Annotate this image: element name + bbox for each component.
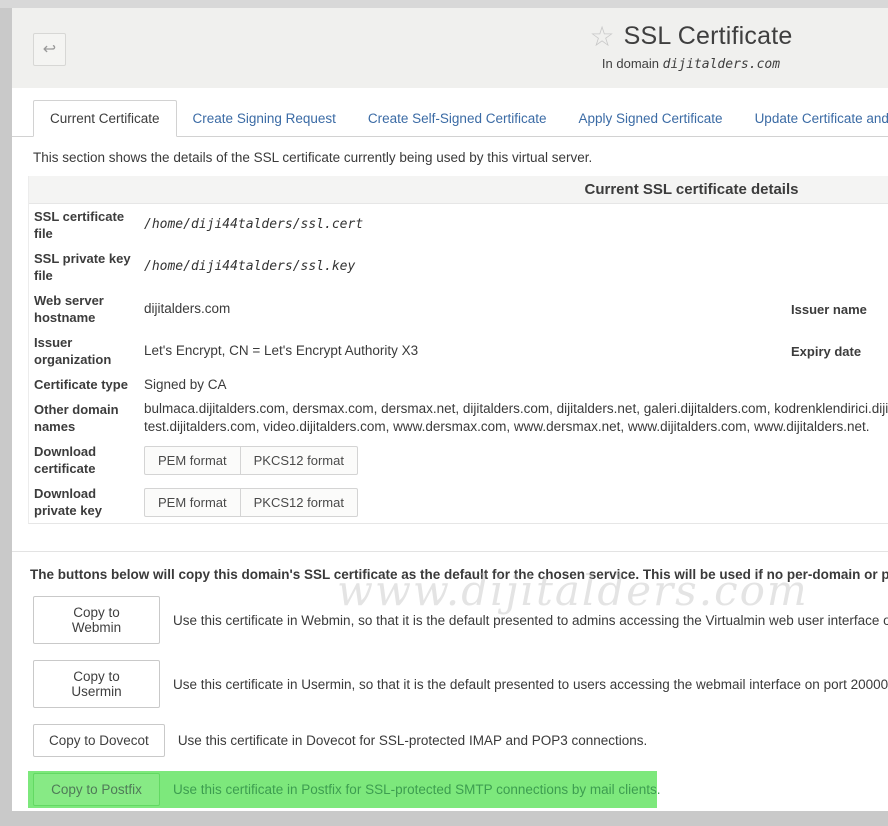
copy-postfix-row-highlighted: Copy to Postfix Use this certificate in … <box>28 771 657 808</box>
tab-bar: Current Certificate Create Signing Reque… <box>12 100 888 137</box>
section-intro: This section shows the details of the SS… <box>33 150 888 165</box>
copy-to-webmin-button[interactable]: Copy to Webmin <box>33 596 160 644</box>
tab-update-certificate-and-key[interactable]: Update Certificate and Key <box>739 101 888 136</box>
key-file-path: /home/diji44talders/ssl.key <box>144 258 791 276</box>
copy-section-intro: The buttons below will copy this domain'… <box>30 567 888 582</box>
table-row-issuer-org: Issuer organization Let's Encrypt, CN = … <box>29 330 888 372</box>
expiry-date-label: Expiry date <box>791 344 888 359</box>
certificate-details-table: Current SSL certificate details SSL cert… <box>28 176 888 524</box>
back-icon: ↩ <box>43 41 56 58</box>
table-row-hostname: Web server hostname dijitalders.com Issu… <box>29 288 888 330</box>
back-button[interactable]: ↩ <box>33 33 66 66</box>
section-divider <box>12 551 888 552</box>
row-label: Certificate type <box>34 374 144 395</box>
details-table-title: Current SSL certificate details <box>29 176 888 204</box>
copy-webmin-row: Copy to Webmin Use this certificate in W… <box>28 594 888 646</box>
download-key-pem-button[interactable]: PEM format <box>144 488 241 517</box>
copy-to-dovecot-button[interactable]: Copy to Dovecot <box>33 724 165 757</box>
table-row-download-key: Download private key PEM format PKCS12 f… <box>29 481 888 523</box>
table-row-key-file: SSL private key file /home/diji44talders… <box>29 246 888 288</box>
download-cert-pem-button[interactable]: PEM format <box>144 446 241 475</box>
cert-type-value: Signed by CA <box>144 376 791 394</box>
download-cert-button-group: PEM format PKCS12 format <box>144 443 358 478</box>
row-label: SSL certificate file <box>34 206 144 244</box>
copy-usermin-row: Copy to Usermin Use this certificate in … <box>28 658 888 710</box>
table-row-download-cert: Download certificate PEM format PKCS12 f… <box>29 439 888 481</box>
tab-apply-signed-certificate[interactable]: Apply Signed Certificate <box>562 101 738 136</box>
download-cert-pkcs12-button[interactable]: PKCS12 format <box>240 446 358 475</box>
page-subtitle: In domain dijitalders.com <box>590 56 793 72</box>
title-block: ☆ SSL Certificate In domain dijitalders.… <box>590 22 793 72</box>
subtitle-prefix: In domain <box>602 56 659 71</box>
cert-file-path: /home/diji44talders/ssl.cert <box>144 216 791 234</box>
window-top-strip <box>0 0 888 8</box>
tab-current-certificate[interactable]: Current Certificate <box>33 100 177 137</box>
dovecot-description: Use this certificate in Dovecot for SSL-… <box>178 733 647 748</box>
hostname-value: dijitalders.com <box>144 300 791 318</box>
copy-dovecot-row: Copy to Dovecot Use this certificate in … <box>28 722 888 759</box>
copy-to-postfix-button[interactable]: Copy to Postfix <box>33 773 160 806</box>
ssl-certificate-page: ↩ ☆ SSL Certificate In domain dijitalder… <box>12 8 888 811</box>
tab-create-self-signed-certificate[interactable]: Create Self-Signed Certificate <box>352 101 563 136</box>
table-row-cert-file: SSL certificate file /home/diji44talders… <box>29 204 888 246</box>
table-row-cert-type: Certificate type Signed by CA <box>29 372 888 397</box>
row-label: Download private key <box>34 483 144 521</box>
issuer-name-label: Issuer name <box>791 302 888 317</box>
other-domains-line2: test.dijitalders.com, video.dijitalders.… <box>144 418 888 436</box>
issuer-org-value: Let's Encrypt, CN = Let's Encrypt Author… <box>144 342 791 360</box>
table-row-other-domains: Other domain names bulmaca.dijitalders.c… <box>29 397 888 439</box>
usermin-description: Use this certificate in Usermin, so that… <box>173 677 888 692</box>
row-label: SSL private key file <box>34 248 144 286</box>
other-domains-line1: bulmaca.dijitalders.com, dersmax.com, de… <box>144 400 888 418</box>
row-label: Other domain names <box>34 399 144 437</box>
row-label: Web server hostname <box>34 290 144 328</box>
copy-to-usermin-button[interactable]: Copy to Usermin <box>33 660 160 708</box>
other-domains-value: bulmaca.dijitalders.com, dersmax.com, de… <box>144 400 888 436</box>
page-title: SSL Certificate <box>624 22 793 51</box>
download-key-button-group: PEM format PKCS12 format <box>144 485 358 520</box>
page-header: ↩ ☆ SSL Certificate In domain dijitalder… <box>12 8 888 88</box>
row-label: Issuer organization <box>34 332 144 370</box>
download-key-pkcs12-button[interactable]: PKCS12 format <box>240 488 358 517</box>
row-label: Download certificate <box>34 441 144 479</box>
favorite-star-icon[interactable]: ☆ <box>590 23 615 51</box>
tab-create-signing-request[interactable]: Create Signing Request <box>177 101 352 136</box>
domain-name: dijitalders.com <box>663 57 780 72</box>
postfix-description: Use this certificate in Postfix for SSL-… <box>173 782 660 797</box>
webmin-description: Use this certificate in Webmin, so that … <box>173 613 888 628</box>
